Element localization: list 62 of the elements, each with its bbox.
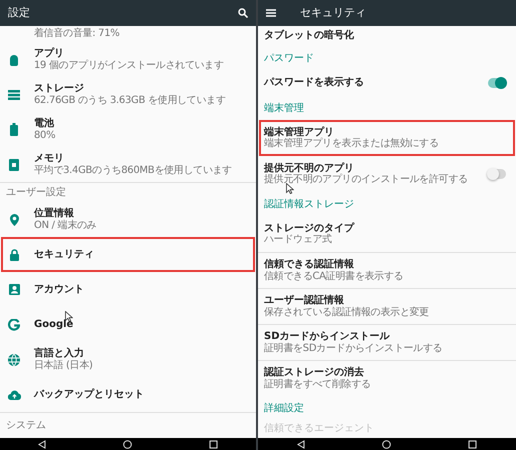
battery-icon xyxy=(10,123,18,136)
cloud-upload-icon xyxy=(8,390,20,400)
setting-subtitle: 証明書をSDカードからインストールする xyxy=(264,342,444,354)
home-icon[interactable] xyxy=(382,440,391,448)
setting-title: バックアップとリセット xyxy=(34,388,145,400)
setting-title: ストレージのタイプ xyxy=(264,222,356,234)
setting-subtitle: 62.76GB のうち 3.63GB を使用しています xyxy=(34,94,227,106)
google-g-icon xyxy=(8,318,20,330)
memory-icon xyxy=(9,158,19,170)
setting-subtitle: 平均で3.4GBのうち860MBを使用しています xyxy=(34,164,233,176)
setting-title: 位置情報 xyxy=(34,208,75,220)
setting-title: 電池 xyxy=(34,118,55,130)
setting-title: ストレージ xyxy=(34,83,85,94)
storage-icon xyxy=(8,90,20,100)
setting-subtitle: 端末管理アプリを表示または無効にする xyxy=(264,138,440,150)
menu-icon[interactable] xyxy=(266,9,276,17)
screen-title: セキュリティ xyxy=(300,4,367,21)
setting-title: 信頼できる認証情報 xyxy=(264,259,355,270)
category-header: 詳細設定 xyxy=(264,402,304,416)
setting-title: セキュリティ xyxy=(34,248,95,260)
setting-title: 言語と入力 xyxy=(34,348,85,360)
cursor-icon xyxy=(286,183,294,194)
toggle-switch[interactable] xyxy=(488,78,506,88)
setting-subtitle: 提供元不明のアプリのインストールを許可する xyxy=(264,174,469,186)
setting-title: メモリ xyxy=(34,153,65,164)
recent-apps-icon[interactable] xyxy=(468,440,478,448)
setting-subtitle: ON / 端末のみ xyxy=(34,220,98,231)
setting-title: 提供元不明のアプリ xyxy=(264,162,355,174)
setting-title: タブレットの暗号化 xyxy=(264,30,355,42)
setting-subtitle: 日本語 (日本) xyxy=(34,360,94,371)
recent-apps-icon[interactable] xyxy=(208,440,218,448)
setting-subtitle: 信頼できるCA証明書を表示する xyxy=(264,270,404,282)
setting-title: ユーザー認証情報 xyxy=(264,295,345,306)
category-header: ユーザー設定 xyxy=(6,186,66,200)
screen-title: 設定 xyxy=(8,4,31,21)
setting-title: 端末管理アプリ xyxy=(264,126,335,138)
setting-title: 認証ストレージの消去 xyxy=(264,367,365,378)
setting-title: Google xyxy=(34,318,74,330)
setting-subtitle: 保存されている認証情報の表示と変更 xyxy=(264,306,430,318)
globe-icon xyxy=(8,354,20,366)
setting-subtitle: 19 個のアプリがインストールされています xyxy=(34,60,225,71)
toggle-switch[interactable] xyxy=(488,169,506,179)
category-header: システム xyxy=(6,419,46,433)
category-header: 認証情報ストレージ xyxy=(264,198,354,212)
setting-subtitle: 証明書をすべて削除する xyxy=(264,378,372,390)
search-icon[interactable] xyxy=(238,8,248,18)
setting-title: アプリ xyxy=(34,48,65,60)
setting-subtitle: 80% xyxy=(34,130,56,141)
setting-title: パスワードを表示する xyxy=(264,77,365,89)
setting-title: SDカードからインストール xyxy=(264,331,391,342)
setting-title: 信頼できるエージェント xyxy=(264,423,375,435)
location-pin-icon xyxy=(10,214,18,226)
setting-subtitle: ハードウェア式 xyxy=(264,234,332,246)
back-icon[interactable] xyxy=(296,440,305,448)
lock-icon xyxy=(10,248,18,260)
back-icon[interactable] xyxy=(38,440,46,448)
category-header: 端末管理 xyxy=(264,102,304,116)
setting-title: アカウント xyxy=(34,284,85,296)
setting-subtitle: 着信音の音量: 71% xyxy=(34,28,120,40)
account-icon xyxy=(8,284,20,295)
home-icon[interactable] xyxy=(122,440,132,448)
category-header: パスワード xyxy=(264,52,314,66)
